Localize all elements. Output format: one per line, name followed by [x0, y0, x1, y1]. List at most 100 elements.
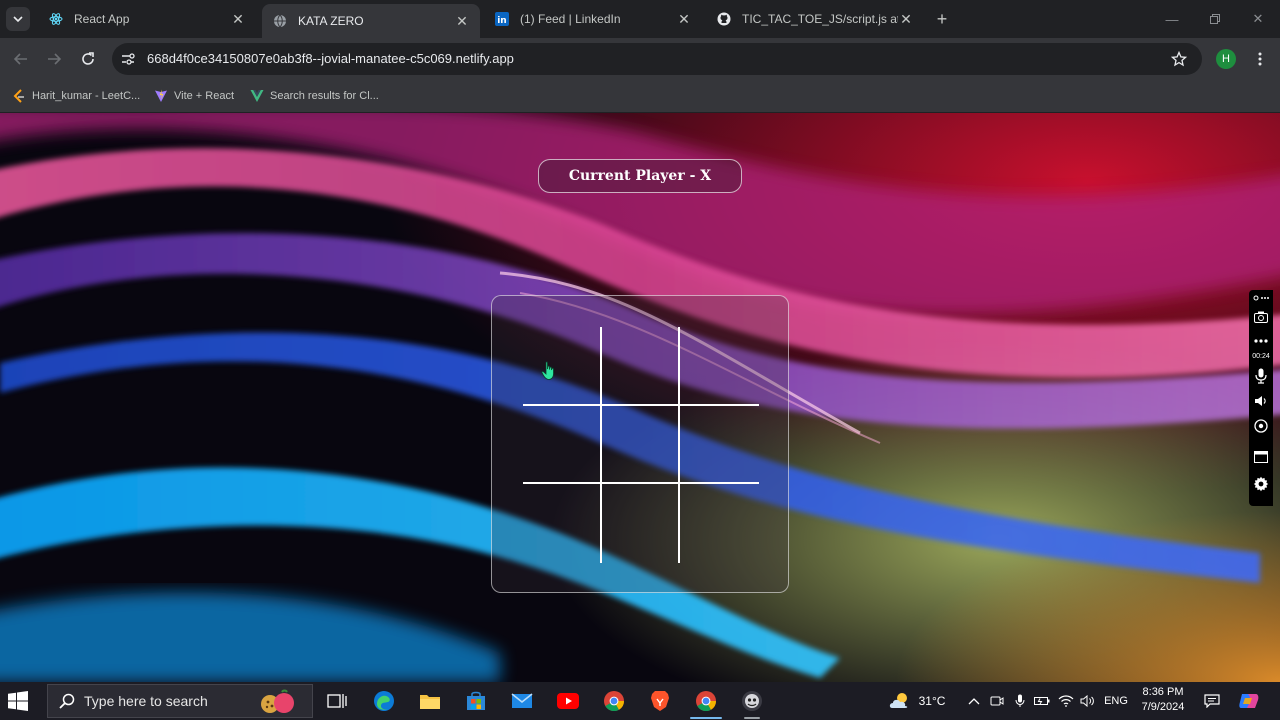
close-icon[interactable]: ✕ — [230, 11, 246, 27]
bookmark-search-results[interactable]: Search results for Cl... — [250, 86, 379, 106]
copilot-icon[interactable] — [1238, 692, 1260, 710]
close-icon[interactable]: ✕ — [676, 11, 692, 27]
taskbar-search-box[interactable]: Type here to search — [47, 684, 313, 718]
github-icon — [716, 11, 732, 27]
chrome-active-icon[interactable] — [690, 689, 722, 719]
profile-avatar[interactable]: H — [1216, 49, 1236, 69]
reload-icon — [82, 52, 94, 65]
system-clock[interactable]: 8:36 PM 7/9/2024 — [1135, 685, 1191, 715]
globe-icon — [272, 13, 288, 29]
game-board-card — [491, 295, 789, 593]
camera-icon[interactable] — [1249, 308, 1273, 326]
current-player-status: Current Player - X — [538, 159, 742, 193]
microphone-tray-icon[interactable] — [1012, 692, 1028, 710]
clock-date: 7/9/2024 — [1141, 701, 1185, 713]
board-cell-6[interactable] — [680, 406, 759, 485]
board-cell-7[interactable] — [523, 484, 602, 563]
tab-react-app[interactable]: React App ✕ — [38, 4, 256, 34]
vite-icon — [154, 89, 168, 103]
kebab-menu-icon[interactable] — [1250, 49, 1270, 69]
clock-time: 8:36 PM — [1142, 686, 1184, 698]
board-cell-4[interactable] — [523, 405, 602, 485]
tab-kata-zero[interactable]: KATA ZERO ✕ — [262, 4, 480, 38]
address-bar[interactable]: 668d4f0ce34150807e0ab3f8--jovial-manatee… — [112, 43, 1202, 75]
board-cell-9[interactable] — [680, 484, 759, 563]
chrome-icon[interactable] — [602, 689, 626, 713]
window-icon[interactable] — [1249, 448, 1273, 466]
tab-linkedin[interactable]: in (1) Feed | LinkedIn ✕ — [484, 4, 702, 34]
hand-cursor-icon — [541, 361, 554, 380]
chevron-up-icon[interactable] — [966, 692, 982, 710]
input-language[interactable]: ENG — [1101, 692, 1131, 710]
tab-title: TIC_TAC_TOE_JS/script.js at ma — [742, 12, 898, 26]
vue-icon — [250, 89, 264, 103]
arrow-left-icon — [14, 53, 27, 65]
recording-timer: 00:24 — [1252, 353, 1270, 360]
reload-button[interactable] — [77, 48, 99, 70]
battery-icon[interactable] — [1034, 692, 1050, 710]
notifications-icon[interactable] — [1202, 692, 1222, 710]
bookmark-label: Search results for Cl... — [270, 90, 379, 102]
bookmark-label: Vite + React — [174, 90, 235, 102]
edge-icon[interactable] — [372, 689, 396, 713]
settings-gear-icon[interactable] — [1249, 474, 1273, 494]
linkedin-icon: in — [494, 11, 510, 27]
react-icon — [48, 11, 64, 27]
restore-icon[interactable] — [1205, 9, 1225, 29]
board-cell-5[interactable] — [601, 405, 681, 485]
meet-now-icon[interactable] — [989, 692, 1005, 710]
microphone-icon[interactable] — [1249, 366, 1273, 386]
page-viewport: Current Player - X 00:24 — [0, 113, 1280, 682]
tic-tac-toe-board — [523, 327, 759, 563]
microsoft-store-icon[interactable] — [464, 689, 488, 713]
mail-icon[interactable] — [510, 689, 534, 713]
search-highlight-icon — [261, 689, 294, 713]
star-icon[interactable] — [1170, 50, 1188, 68]
file-explorer-icon[interactable] — [418, 689, 442, 713]
volume-icon[interactable] — [1079, 692, 1097, 710]
search-placeholder: Type here to search — [84, 693, 208, 709]
tab-github[interactable]: TIC_TAC_TOE_JS/script.js at ma ✕ — [706, 4, 924, 34]
recorder-app-icon[interactable] — [740, 689, 764, 719]
windows-start-icon[interactable] — [8, 691, 28, 711]
weather-temperature[interactable]: 31°C — [914, 692, 950, 710]
search-icon — [58, 692, 76, 710]
bookmark-vite-react[interactable]: Vite + React — [154, 86, 234, 106]
close-icon[interactable]: ✕ — [898, 11, 914, 27]
leetcode-icon — [12, 89, 26, 103]
board-cell-8[interactable] — [602, 484, 681, 563]
tab-title: React App — [74, 12, 130, 26]
minimize-icon[interactable]: — — [1162, 9, 1182, 29]
more-dots-icon[interactable] — [1249, 334, 1273, 348]
close-window-icon[interactable]: ✕ — [1248, 9, 1268, 29]
brave-icon[interactable] — [648, 689, 672, 713]
tab-strip: React App ✕ KATA ZERO ✕ in (1) Feed | Li… — [0, 0, 1280, 38]
youtube-icon[interactable] — [556, 689, 580, 713]
bookmarks-bar: Harit_kumar - LeetC... Vite + React Sear… — [0, 80, 1280, 113]
close-icon[interactable]: ✕ — [454, 13, 470, 29]
new-tab-button[interactable]: + — [932, 9, 952, 29]
windows-taskbar: Type here to search 31°C ENG 8:36 PM 7/9… — [0, 682, 1280, 720]
weather-cloud-icon[interactable] — [886, 692, 914, 710]
bookmark-leetcode[interactable]: Harit_kumar - LeetC... — [12, 86, 140, 106]
task-view-icon[interactable] — [325, 689, 349, 713]
webcam-icon[interactable] — [1249, 417, 1273, 435]
arrow-right-icon — [48, 53, 61, 65]
capture-toolbar: 00:24 — [1249, 290, 1273, 506]
bookmark-label: Harit_kumar - LeetC... — [32, 90, 141, 102]
tab-search-button[interactable] — [6, 7, 30, 31]
board-cell-2[interactable] — [601, 327, 681, 406]
chevron-down-icon — [13, 16, 23, 23]
board-cell-1[interactable] — [523, 327, 602, 406]
speaker-icon[interactable] — [1249, 392, 1273, 410]
forward-button[interactable] — [43, 48, 65, 70]
tab-title: (1) Feed | LinkedIn — [520, 12, 621, 26]
site-info-icon[interactable] — [120, 51, 136, 67]
address-url[interactable]: 668d4f0ce34150807e0ab3f8--jovial-manatee… — [147, 51, 514, 66]
wifi-icon[interactable] — [1057, 692, 1075, 710]
svg-text:in: in — [497, 16, 507, 26]
pin-icon[interactable] — [1249, 292, 1273, 304]
board-cell-3[interactable] — [680, 327, 759, 406]
tab-title: KATA ZERO — [298, 14, 364, 28]
back-button[interactable] — [10, 48, 32, 70]
